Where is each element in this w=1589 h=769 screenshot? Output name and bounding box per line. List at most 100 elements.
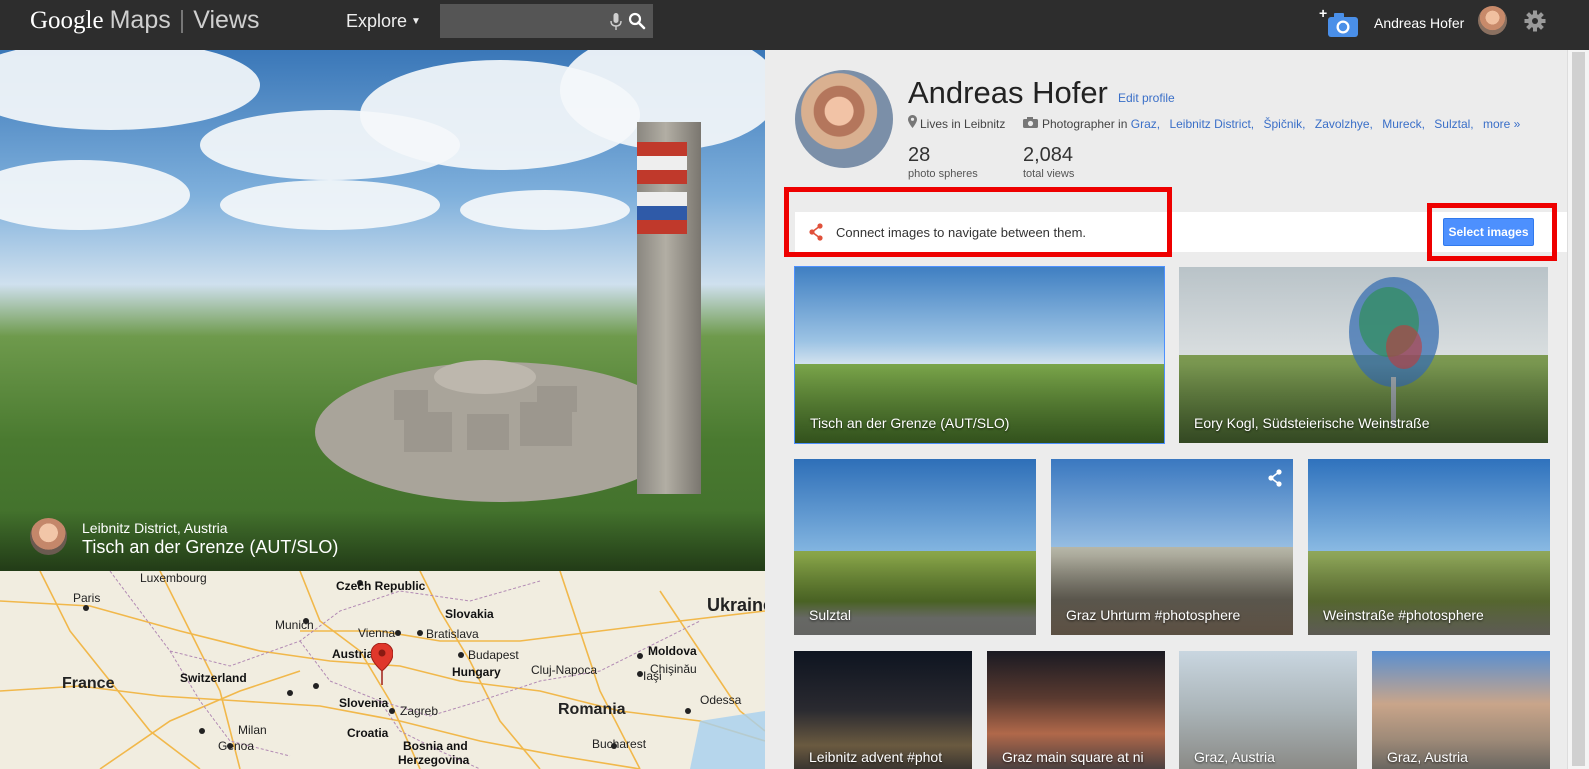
map-label: Bucharest bbox=[592, 737, 647, 751]
map-label: Vienna bbox=[358, 626, 396, 640]
map-pin-icon[interactable] bbox=[371, 643, 393, 687]
place-link-mureck[interactable]: Mureck, bbox=[1382, 117, 1425, 131]
tile-label: Tisch an der Grenze (AUT/SLO) bbox=[810, 415, 1010, 431]
map-label: Zagreb bbox=[400, 704, 439, 718]
search-input[interactable] bbox=[440, 4, 605, 38]
stone-stool bbox=[467, 414, 509, 450]
profile-avatar[interactable] bbox=[795, 70, 893, 168]
logo-views: Views bbox=[193, 6, 260, 34]
location-map[interactable]: Luxembourg Czech Republic Ukraine Paris … bbox=[0, 571, 765, 769]
logo-maps: Maps bbox=[109, 6, 171, 34]
panorama-title: Tisch an der Grenze (AUT/SLO) bbox=[82, 537, 339, 557]
place-link-graz[interactable]: Graz, bbox=[1131, 117, 1160, 131]
tile-sky bbox=[795, 267, 1164, 373]
tile-shade bbox=[1051, 555, 1293, 635]
cloud bbox=[0, 160, 190, 230]
tile-label: Graz main square at ni bbox=[1002, 749, 1144, 765]
place-link-sulztal[interactable]: Sulztal, bbox=[1434, 117, 1473, 131]
panorama-location: Leibnitz District, Austria bbox=[82, 520, 228, 536]
microphone-icon[interactable] bbox=[610, 13, 622, 31]
photo-tile[interactable]: Leibnitz advent #phot bbox=[794, 651, 972, 769]
tile-shade bbox=[1179, 363, 1548, 443]
panorama-author-avatar[interactable] bbox=[30, 518, 67, 555]
place-link-leibnitz[interactable]: Leibnitz District, bbox=[1169, 117, 1254, 131]
flag-stripe bbox=[637, 142, 687, 156]
panorama-viewer[interactable]: Leibnitz District, Austria Tisch an der … bbox=[0, 50, 765, 571]
stone-table bbox=[434, 360, 536, 394]
photo-tile[interactable]: Graz, Austria bbox=[1372, 651, 1550, 769]
map-label: Croatia bbox=[347, 726, 389, 740]
map-label: Moldova bbox=[648, 644, 697, 658]
tile-sky bbox=[1308, 459, 1550, 565]
photo-tile[interactable]: Graz Uhrturm #photosphere bbox=[1051, 459, 1293, 635]
photo-tile[interactable]: Weinstraße #photosphere bbox=[1308, 459, 1550, 635]
more-places-link[interactable]: more » bbox=[1483, 117, 1520, 131]
tile-shade bbox=[794, 555, 1036, 635]
add-photo-camera-icon[interactable]: + bbox=[1319, 6, 1359, 38]
photo-spheres-label: photo spheres bbox=[908, 168, 978, 180]
photo-spheres-count: 28 bbox=[908, 144, 931, 166]
tile-sky bbox=[794, 459, 1036, 565]
map-label: Herzegovina bbox=[398, 753, 470, 767]
map-label: Austria bbox=[332, 647, 374, 661]
map-label: Ukraine bbox=[707, 595, 765, 615]
stone-stool bbox=[404, 412, 452, 452]
tile-label: Weinstraße #photosphere bbox=[1323, 607, 1484, 623]
top-bar: Google Maps | Views Explore ▼ + Andreas Hofe… bbox=[0, 0, 1589, 50]
flag-stripe bbox=[637, 220, 687, 234]
lives-in: Lives in Leibnitz bbox=[920, 117, 1006, 131]
cloud bbox=[0, 50, 260, 130]
map-label: Cluj-Napoca bbox=[531, 663, 598, 677]
logo-google: Google bbox=[30, 7, 104, 34]
map-label: Hungary bbox=[452, 665, 501, 679]
explore-menu[interactable]: Explore ▼ bbox=[346, 11, 421, 32]
map-label: Slovakia bbox=[445, 607, 494, 621]
flag-stripe bbox=[637, 206, 687, 220]
flag-stripe bbox=[637, 192, 687, 206]
map-label: Iaşi bbox=[643, 669, 662, 683]
photographer-prefix: Photographer in bbox=[1042, 117, 1128, 131]
place-link-spicnik[interactable]: Špičnik, bbox=[1263, 117, 1305, 131]
edit-profile-link[interactable]: Edit profile bbox=[1118, 91, 1175, 105]
tile-label: Sulztal bbox=[809, 607, 852, 623]
search-icon[interactable] bbox=[628, 12, 646, 30]
place-link-zavolzhye[interactable]: Zavolzhye, bbox=[1315, 117, 1373, 131]
gear-icon[interactable] bbox=[1524, 10, 1546, 32]
map-label: Odessa bbox=[700, 693, 742, 707]
total-views-count: 2,084 bbox=[1023, 144, 1074, 166]
map-label: Paris bbox=[73, 591, 101, 605]
map-label: Switzerland bbox=[180, 671, 247, 685]
map-label: France bbox=[62, 675, 115, 692]
tile-label: Leibnitz advent #phot bbox=[809, 749, 943, 765]
photographer-places: Photographer in Graz, Leibnitz District,… bbox=[1042, 117, 1526, 131]
connected-share-icon[interactable] bbox=[1267, 469, 1283, 487]
map-label: Milan bbox=[238, 723, 267, 737]
explore-label: Explore bbox=[346, 11, 408, 31]
search-box bbox=[440, 4, 653, 38]
map-label: Romania bbox=[558, 701, 626, 718]
app-root: Google Maps | Views Explore ▼ + Andreas Hofe… bbox=[0, 0, 1589, 769]
photo-tile[interactable]: Sulztal bbox=[794, 459, 1036, 635]
google-maps-views-logo[interactable]: Google Maps | Views bbox=[30, 6, 260, 35]
map-label: Budapest bbox=[468, 648, 519, 662]
photo-tile[interactable]: Eory Kogl, Südsteierische Weinstraße bbox=[1179, 267, 1548, 443]
tile-label: Eory Kogl, Südsteierische Weinstraße bbox=[1194, 415, 1430, 431]
chevron-down-icon: ▼ bbox=[411, 16, 421, 27]
user-name[interactable]: Andreas Hofer bbox=[1374, 15, 1464, 31]
scrollbar-thumb[interactable] bbox=[1572, 52, 1585, 766]
user-avatar[interactable] bbox=[1478, 6, 1507, 35]
photo-tile[interactable]: Graz main square at ni bbox=[987, 651, 1165, 769]
photo-tile[interactable]: Tisch an der Grenze (AUT/SLO) bbox=[794, 266, 1165, 444]
flag-stripe bbox=[637, 170, 687, 184]
map-label: Luxembourg bbox=[140, 571, 207, 585]
flag-stripe bbox=[637, 156, 687, 170]
scrollbar[interactable] bbox=[1567, 50, 1589, 769]
tile-shade bbox=[795, 363, 1164, 443]
profile-name: Andreas Hofer bbox=[908, 75, 1108, 110]
annotation-highlight-box bbox=[784, 187, 1172, 257]
svg-text:+: + bbox=[1319, 6, 1327, 21]
cloud bbox=[460, 190, 630, 230]
tile-label: Graz Uhrturm #photosphere bbox=[1066, 607, 1241, 623]
map-label: Bosnia and bbox=[403, 739, 468, 753]
photo-tile[interactable]: Graz, Austria bbox=[1179, 651, 1357, 769]
